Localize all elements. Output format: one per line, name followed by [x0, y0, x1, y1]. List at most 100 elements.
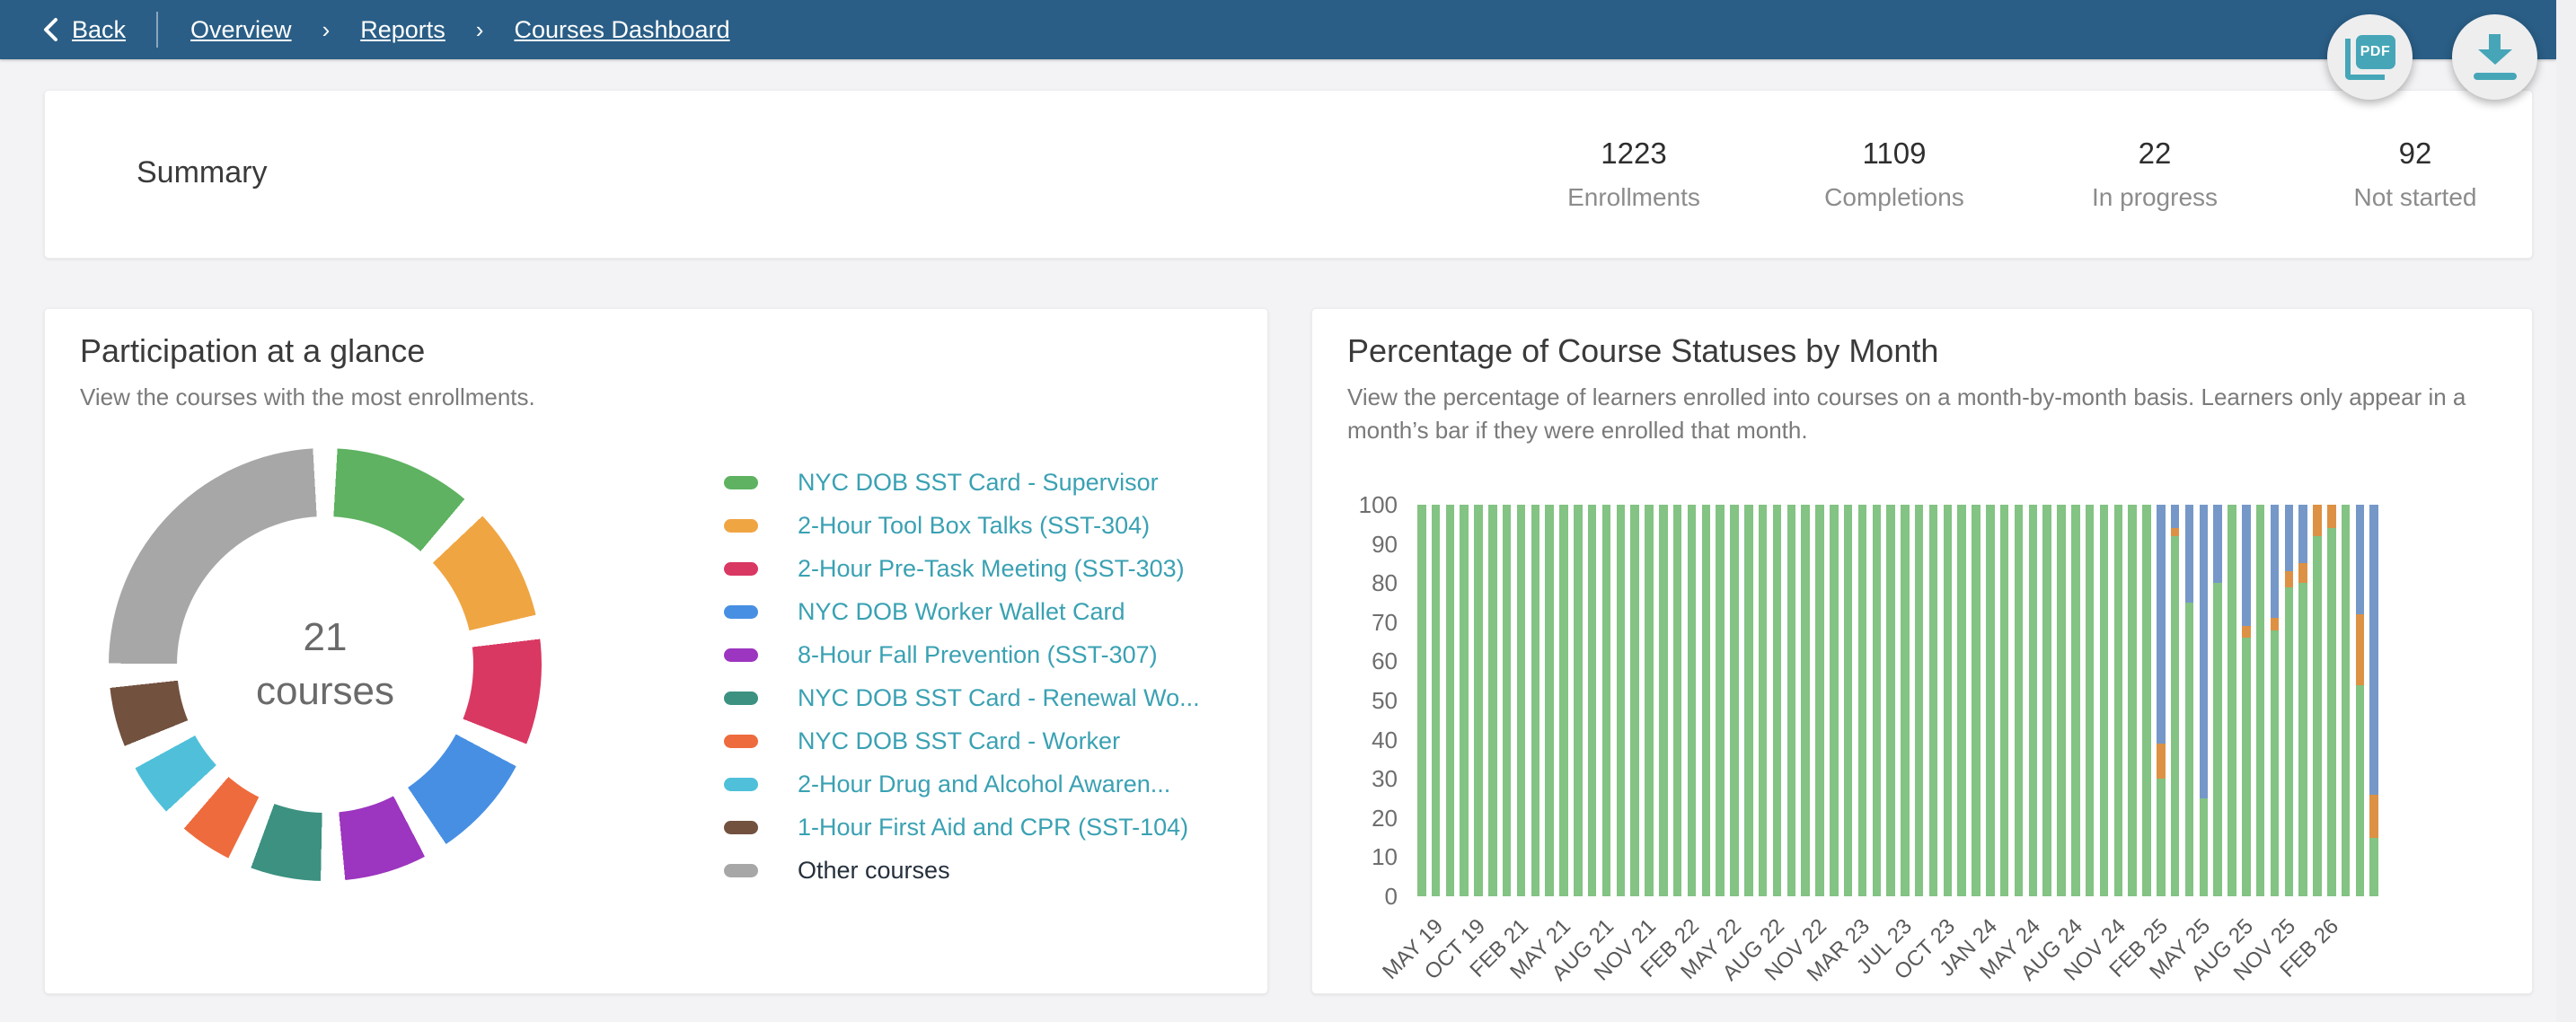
month-bar[interactable]: [1474, 505, 1483, 896]
month-bar[interactable]: [1929, 505, 1938, 896]
month-bar[interactable]: [1588, 505, 1597, 896]
month-bar[interactable]: [1773, 505, 1782, 896]
month-bar[interactable]: [1815, 505, 1824, 896]
month-bar[interactable]: [2157, 505, 2166, 896]
month-bar[interactable]: [1503, 505, 1512, 896]
month-bar[interactable]: [2029, 505, 2038, 896]
month-bar[interactable]: [1688, 505, 1697, 896]
month-bar[interactable]: [1858, 505, 1867, 896]
month-bar[interactable]: [1901, 505, 1910, 896]
month-bar[interactable]: [1645, 505, 1654, 896]
legend-course-link[interactable]: 2-Hour Tool Box Talks (SST-304): [798, 512, 1150, 540]
month-bar[interactable]: [1744, 505, 1753, 896]
green-segment: [1474, 505, 1483, 896]
legend-course-link[interactable]: 2-Hour Drug and Alcohol Awaren...: [798, 771, 1170, 798]
month-bar[interactable]: [1432, 505, 1441, 896]
chevron-right-icon: ›: [476, 16, 484, 44]
scrollbar-track[interactable]: [2556, 0, 2576, 1022]
month-bar[interactable]: [1517, 505, 1526, 896]
month-bar[interactable]: [1460, 505, 1469, 896]
month-bar[interactable]: [2114, 505, 2123, 896]
month-bar[interactable]: [2242, 505, 2251, 896]
month-bar[interactable]: [1602, 505, 1611, 896]
month-bar[interactable]: [2285, 505, 2294, 896]
month-bar[interactable]: [1545, 505, 1554, 896]
export-pdf-button[interactable]: PDF: [2327, 14, 2413, 100]
month-bar[interactable]: [1716, 505, 1725, 896]
legend-course-link[interactable]: 8-Hour Fall Prevention (SST-307): [798, 641, 1158, 669]
month-bar[interactable]: [1972, 505, 1981, 896]
month-bar[interactable]: [1957, 505, 1966, 896]
back-link[interactable]: Back: [72, 16, 126, 44]
month-bar[interactable]: [1531, 505, 1540, 896]
month-bar[interactable]: [1986, 505, 1995, 896]
green-segment: [2042, 505, 2051, 896]
download-button[interactable]: [2452, 14, 2537, 100]
breadcrumb-courses-dashboard[interactable]: Courses Dashboard: [514, 16, 729, 44]
month-bar[interactable]: [1787, 505, 1796, 896]
month-bar[interactable]: [1417, 505, 1426, 896]
month-bar[interactable]: [2369, 505, 2378, 896]
month-bar[interactable]: [2000, 505, 2009, 896]
month-bar[interactable]: [1801, 505, 1810, 896]
legend-course-link[interactable]: 2-Hour Pre-Task Meeting (SST-303): [798, 555, 1185, 583]
month-bar[interactable]: [2015, 505, 2024, 896]
month-bar[interactable]: [2313, 505, 2322, 896]
month-bar[interactable]: [2271, 505, 2280, 896]
month-bar[interactable]: [2342, 505, 2351, 896]
legend-color-chip: [724, 692, 758, 705]
month-bar[interactable]: [1944, 505, 1953, 896]
month-bar[interactable]: [2185, 505, 2194, 896]
month-bar[interactable]: [2213, 505, 2222, 896]
month-bar[interactable]: [1886, 505, 1895, 896]
month-bar[interactable]: [1873, 505, 1882, 896]
month-bar[interactable]: [2142, 505, 2151, 896]
month-bar[interactable]: [2327, 505, 2336, 896]
breadcrumb-overview[interactable]: Overview: [190, 16, 292, 44]
month-bar[interactable]: [1574, 505, 1583, 896]
back-button[interactable]: Back: [41, 16, 126, 44]
month-bar[interactable]: [2200, 505, 2209, 896]
month-bar[interactable]: [1659, 505, 1668, 896]
month-bar[interactable]: [2057, 505, 2066, 896]
month-bar[interactable]: [1759, 505, 1768, 896]
legend-course-link[interactable]: NYC DOB SST Card - Supervisor: [798, 469, 1159, 497]
month-bar[interactable]: [1559, 505, 1568, 896]
month-bar[interactable]: [1488, 505, 1497, 896]
month-bar[interactable]: [1630, 505, 1639, 896]
legend-course-link[interactable]: NYC DOB Worker Wallet Card: [798, 598, 1125, 626]
green-segment: [2327, 528, 2336, 896]
legend-course-link[interactable]: 1-Hour First Aid and CPR (SST-104): [798, 814, 1188, 841]
legend-course-link[interactable]: NYC DOB SST Card - Worker: [798, 727, 1120, 755]
month-bar[interactable]: [2071, 505, 2080, 896]
month-bar[interactable]: [1617, 505, 1626, 896]
month-bar[interactable]: [1702, 505, 1711, 896]
month-bar[interactable]: [2100, 505, 2109, 896]
breadcrumb-reports[interactable]: Reports: [360, 16, 446, 44]
legend-course-link[interactable]: NYC DOB SST Card - Renewal Wo...: [798, 684, 1200, 712]
month-bar[interactable]: [1730, 505, 1739, 896]
legend-item: 2-Hour Drug and Alcohol Awaren...: [724, 769, 1200, 799]
legend-item: NYC DOB SST Card - Worker: [724, 726, 1200, 756]
month-bar[interactable]: [2298, 505, 2307, 896]
green-segment: [2242, 638, 2251, 896]
month-bar[interactable]: [1915, 505, 1924, 896]
month-bar[interactable]: [1830, 505, 1839, 896]
month-bar[interactable]: [2042, 505, 2051, 896]
courses-donut-chart[interactable]: 21 courses: [109, 448, 542, 881]
month-bar[interactable]: [2128, 505, 2137, 896]
green-segment: [1545, 505, 1554, 896]
statuses-bar-chart[interactable]: [1417, 505, 2378, 896]
month-bar[interactable]: [2171, 505, 2180, 896]
green-segment: [1446, 505, 1455, 896]
month-bar[interactable]: [2256, 505, 2265, 896]
stat-value: 92: [2307, 137, 2523, 171]
month-bar[interactable]: [2228, 505, 2236, 896]
green-segment: [2356, 685, 2365, 896]
month-bar[interactable]: [1446, 505, 1455, 896]
month-bar[interactable]: [2356, 505, 2365, 896]
month-bar[interactable]: [1673, 505, 1682, 896]
month-bar[interactable]: [2086, 505, 2095, 896]
month-bar[interactable]: [1844, 505, 1853, 896]
summary-stats: 1223 Enrollments 1109 Completions 22 In …: [1526, 91, 2523, 258]
